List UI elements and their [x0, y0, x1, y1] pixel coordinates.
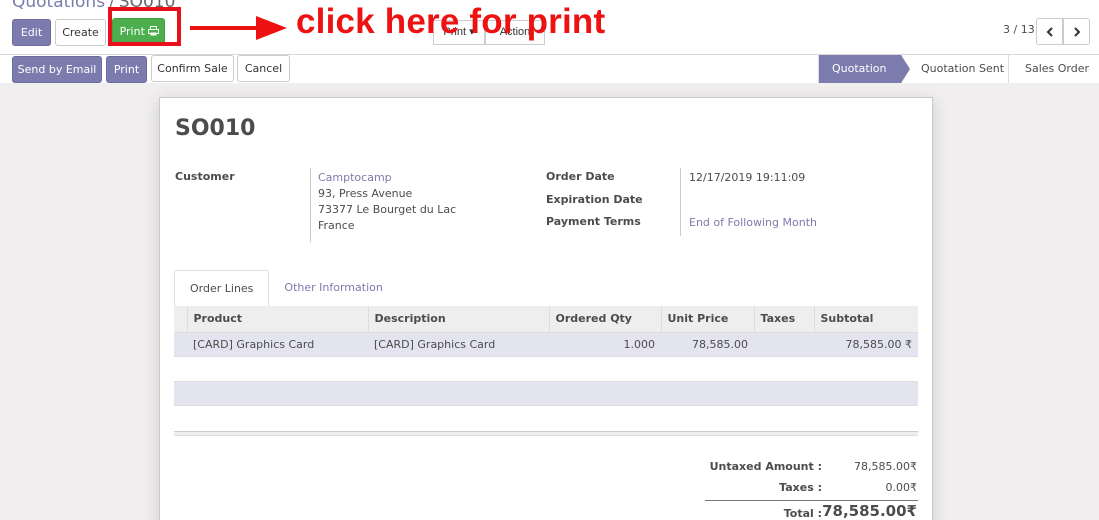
cell-subtotal: 78,585.00 ₹ [814, 331, 918, 357]
column-header-description[interactable]: Description [367, 306, 549, 332]
table-row[interactable]: [CARD] Graphics Card [CARD] Graphics Car… [174, 331, 918, 357]
print-report-button[interactable]: Print [106, 56, 147, 83]
column-header-product[interactable]: Product [186, 306, 368, 332]
tab-other-information[interactable]: Other Information [269, 270, 397, 307]
status-step-quotation: Quotation [818, 55, 910, 83]
chevron-right-icon [1073, 26, 1080, 37]
order-date-label: Order Date [546, 170, 615, 183]
notebook-tabs: Order Lines Other Information [174, 270, 398, 307]
cancel-button[interactable]: Cancel [237, 55, 290, 82]
address-line: 93, Press Avenue [318, 187, 413, 200]
column-header-unit-price[interactable]: Unit Price [660, 306, 754, 332]
edit-button[interactable]: Edit [12, 19, 51, 46]
create-button[interactable]: Create [55, 19, 106, 46]
status-step-sales-order[interactable]: Sales Order [1008, 55, 1099, 83]
cell-ordered-qty: 1.000 [549, 331, 661, 357]
empty-table-row [174, 381, 918, 406]
form-statusbar: Send by Email Print Confirm Sale Cancel … [0, 54, 1099, 83]
tab-order-lines[interactable]: Order Lines [174, 270, 270, 307]
table-header-row: Product Description Ordered Qty Unit Pri… [174, 306, 918, 332]
payment-terms-label: Payment Terms [546, 215, 641, 228]
column-header-taxes[interactable]: Taxes [753, 306, 814, 332]
status-steps: Quotation Quotation Sent Sales Order [818, 55, 1099, 83]
breadcrumb-parent[interactable]: Quotations [12, 0, 105, 12]
total-label: Total : [783, 507, 822, 520]
table-footer [174, 431, 918, 436]
taxes-value: 0.00₹ [885, 481, 918, 494]
order-lines-table: Product Description Ordered Qty Unit Pri… [174, 306, 918, 357]
pager-previous-button[interactable] [1036, 18, 1063, 45]
order-info-divider [680, 168, 681, 236]
form-sheet: SO010 Customer Camptocamp 93, Press Aven… [159, 97, 933, 520]
address-line: 73377 Le Bourget du Lac [318, 203, 457, 216]
column-header-subtotal[interactable]: Subtotal [813, 306, 918, 332]
confirm-sale-button[interactable]: Confirm Sale [151, 55, 234, 82]
customer-label: Customer [175, 170, 235, 183]
send-by-email-button[interactable]: Send by Email [12, 56, 102, 83]
table-handle-header [174, 306, 187, 332]
annotation-arrow-icon [190, 16, 287, 40]
expiration-date-label: Expiration Date [546, 193, 643, 206]
totals-divider [705, 500, 918, 501]
chevron-left-icon [1046, 26, 1053, 37]
cell-product: [CARD] Graphics Card [187, 331, 368, 357]
annotation-highlight-box [108, 7, 181, 46]
taxes-label: Taxes : [779, 481, 822, 494]
cell-taxes [754, 331, 814, 357]
customer-divider [310, 168, 311, 242]
pager-value: 3 / 13 [1003, 23, 1035, 36]
untaxed-amount-label: Untaxed Amount : [709, 460, 822, 473]
total-value: 78,585.00₹ [822, 502, 917, 520]
payment-terms-link[interactable]: End of Following Month [689, 216, 817, 229]
annotation-text: click here for print [296, 2, 606, 41]
cell-description: [CARD] Graphics Card [368, 331, 549, 357]
address-line: France [318, 219, 355, 232]
record-title: SO010 [175, 116, 256, 141]
customer-link[interactable]: Camptocamp [318, 171, 392, 184]
untaxed-amount-value: 78,585.00₹ [854, 460, 917, 473]
order-date-value: 12/17/2019 19:11:09 [689, 171, 806, 184]
pager-next-button[interactable] [1063, 18, 1090, 45]
cell-unit-price: 78,585.00 [661, 331, 754, 357]
column-header-ordered-qty[interactable]: Ordered Qty [548, 306, 661, 332]
status-step-quotation-sent[interactable]: Quotation Sent [901, 55, 1008, 83]
row-handle [174, 331, 187, 357]
